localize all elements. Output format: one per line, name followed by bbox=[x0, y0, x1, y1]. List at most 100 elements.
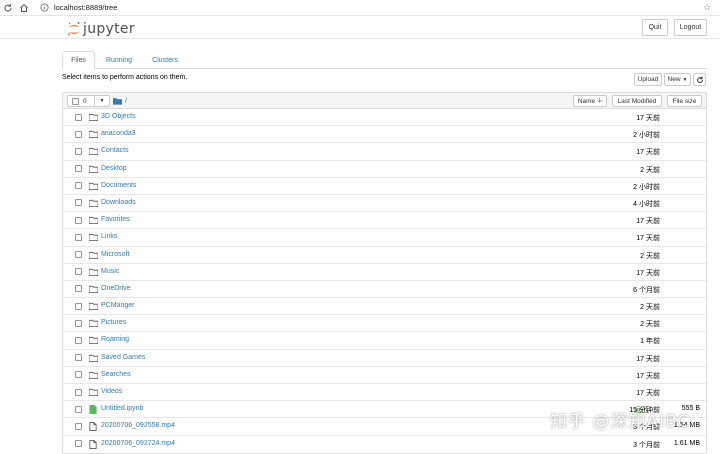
item-checkbox[interactable] bbox=[75, 216, 82, 224]
item-checkbox[interactable] bbox=[75, 354, 82, 362]
item-checkbox[interactable] bbox=[75, 371, 82, 379]
item-checkbox[interactable] bbox=[75, 182, 82, 190]
file-list: 0 ▼ / Name 🡣 Last Modified File size 3D … bbox=[62, 92, 707, 454]
item-name-link[interactable]: Desktop bbox=[101, 165, 127, 172]
item-name-link[interactable]: OneDrive bbox=[101, 285, 131, 292]
item-checkbox[interactable] bbox=[75, 440, 82, 448]
list-item[interactable]: Music 17 天前 bbox=[63, 264, 706, 281]
item-checkbox[interactable] bbox=[75, 113, 82, 121]
home-icon[interactable] bbox=[16, 0, 32, 16]
item-checkbox[interactable] bbox=[75, 319, 82, 327]
item-checkbox[interactable] bbox=[75, 165, 82, 173]
tab-files[interactable]: Files bbox=[62, 51, 95, 70]
folder-icon bbox=[88, 388, 99, 397]
url-text: localhost:8889/tree bbox=[54, 3, 118, 12]
sort-by-modified-button[interactable]: Last Modified bbox=[612, 95, 662, 107]
list-item[interactable]: Favorites 17 天前 bbox=[63, 212, 706, 230]
list-item[interactable]: 3D Objects 17 天前 bbox=[63, 109, 706, 127]
item-checkbox[interactable] bbox=[75, 405, 82, 413]
item-name-link[interactable]: Pictures bbox=[101, 319, 126, 326]
jupyter-logo[interactable]: jupyter bbox=[67, 19, 135, 39]
notebook-icon bbox=[89, 405, 98, 415]
tab-running[interactable]: Running bbox=[99, 51, 139, 69]
item-checkbox[interactable] bbox=[75, 251, 82, 258]
folder-icon[interactable] bbox=[113, 97, 122, 105]
list-item[interactable]: Videos 17 天前 bbox=[63, 384, 706, 402]
item-name-link[interactable]: anaconda3 bbox=[101, 130, 136, 137]
list-item[interactable]: Saved Games 17 天前 bbox=[63, 350, 706, 367]
item-name-link[interactable]: Contacts bbox=[101, 147, 129, 154]
address-bar[interactable]: localhost:8889/tree bbox=[40, 1, 700, 15]
list-item[interactable]: Roaming 1 年前 bbox=[63, 332, 706, 350]
item-name-link[interactable]: Microsoft bbox=[101, 251, 129, 258]
list-item[interactable]: PCManger 2 天前 bbox=[63, 298, 706, 316]
logo-text: jupyter bbox=[83, 21, 135, 37]
list-item[interactable]: Desktop 2 天前 bbox=[63, 161, 706, 178]
list-item[interactable]: Contacts 17 天前 bbox=[63, 143, 706, 161]
item-modified: 17 天前 bbox=[636, 269, 660, 277]
refresh-button[interactable] bbox=[693, 73, 706, 86]
item-checkbox[interactable] bbox=[75, 199, 82, 207]
reload-icon[interactable] bbox=[0, 0, 16, 16]
new-dropdown-button[interactable]: New ▼ bbox=[664, 73, 691, 86]
item-name-link[interactable]: Links bbox=[101, 233, 117, 240]
list-item[interactable]: 20200706_092724.mp4 3 个月前 1.61 MB bbox=[63, 436, 706, 453]
item-modified: 17 天前 bbox=[636, 115, 660, 122]
item-name-link[interactable]: 3D Objects bbox=[101, 113, 136, 120]
bookmark-star-icon[interactable]: ☆ bbox=[700, 1, 714, 15]
caret-down-icon[interactable]: ▼ bbox=[94, 95, 109, 107]
item-name-link[interactable]: Saved Games bbox=[101, 354, 145, 361]
folder-icon bbox=[88, 182, 99, 190]
folder-icon bbox=[88, 130, 99, 139]
tab-clusters[interactable]: Clusters bbox=[144, 51, 186, 69]
breadcrumb-root[interactable]: / bbox=[125, 96, 127, 105]
item-checkbox[interactable] bbox=[75, 268, 82, 276]
caret-down-icon: ▼ bbox=[682, 76, 688, 83]
item-modified: 2 天前 bbox=[640, 252, 660, 260]
item-name-link[interactable]: Music bbox=[101, 268, 119, 275]
list-item[interactable]: Microsoft 2 天前 bbox=[63, 247, 706, 264]
upload-button[interactable]: Upload bbox=[634, 73, 662, 86]
item-checkbox[interactable] bbox=[75, 422, 82, 430]
list-item[interactable]: Documents 2 小时前 bbox=[63, 178, 706, 195]
item-name-link[interactable]: Favorites bbox=[101, 216, 130, 223]
item-modified: 4 小时前 bbox=[633, 200, 660, 208]
sort-by-name-button[interactable]: Name 🡣 bbox=[573, 95, 607, 107]
browser-toolbar: localhost:8889/tree ☆ bbox=[0, 0, 720, 16]
item-name-link[interactable]: Roaming bbox=[101, 336, 129, 343]
item-name-link[interactable]: 20200706_092558.mp4 bbox=[101, 422, 175, 429]
list-item[interactable]: Links 17 天前 bbox=[63, 229, 706, 247]
list-item[interactable]: Searches 17 天前 bbox=[63, 367, 706, 384]
list-item[interactable]: OneDrive 6 个月前 bbox=[63, 281, 706, 299]
item-name-link[interactable]: Searches bbox=[101, 371, 131, 378]
list-item[interactable]: Downloads 4 小时前 bbox=[63, 195, 706, 213]
item-name-link[interactable]: Downloads bbox=[101, 199, 136, 206]
item-checkbox[interactable] bbox=[75, 336, 82, 344]
item-checkbox[interactable] bbox=[75, 147, 82, 155]
item-checkbox[interactable] bbox=[75, 233, 82, 241]
name-label: Name bbox=[577, 97, 596, 105]
select-all-dropdown[interactable]: 0 ▼ bbox=[67, 95, 110, 107]
item-name-link[interactable]: Documents bbox=[101, 182, 136, 189]
folder-icon bbox=[88, 216, 99, 225]
folder-icon bbox=[88, 319, 99, 328]
item-modified: 17 天前 bbox=[636, 390, 660, 397]
item-modified: 2 天前 bbox=[640, 304, 660, 312]
item-name-link[interactable]: Videos bbox=[101, 388, 122, 395]
item-name-link[interactable]: 20200706_092724.mp4 bbox=[101, 440, 175, 447]
item-checkbox[interactable] bbox=[75, 388, 82, 396]
list-item[interactable]: anaconda3 2 小时前 bbox=[63, 126, 706, 144]
select-all-checkbox[interactable] bbox=[72, 97, 79, 105]
arrow-down-icon: 🡣 bbox=[597, 96, 603, 104]
item-checkbox[interactable] bbox=[75, 302, 82, 310]
sort-by-size-button[interactable]: File size bbox=[667, 95, 702, 107]
item-checkbox[interactable] bbox=[75, 130, 82, 138]
quit-button[interactable]: Quit bbox=[642, 19, 668, 36]
logout-button[interactable]: Logout bbox=[674, 19, 707, 36]
list-item[interactable]: Pictures 2 天前 bbox=[63, 315, 706, 333]
item-name-link[interactable]: PCManger bbox=[101, 302, 134, 309]
item-checkbox[interactable] bbox=[75, 285, 82, 293]
item-name-link[interactable]: Untitled.ipynb bbox=[101, 405, 143, 412]
jupyter-logo-icon bbox=[67, 21, 80, 36]
item-modified: 17 天前 bbox=[636, 355, 660, 363]
